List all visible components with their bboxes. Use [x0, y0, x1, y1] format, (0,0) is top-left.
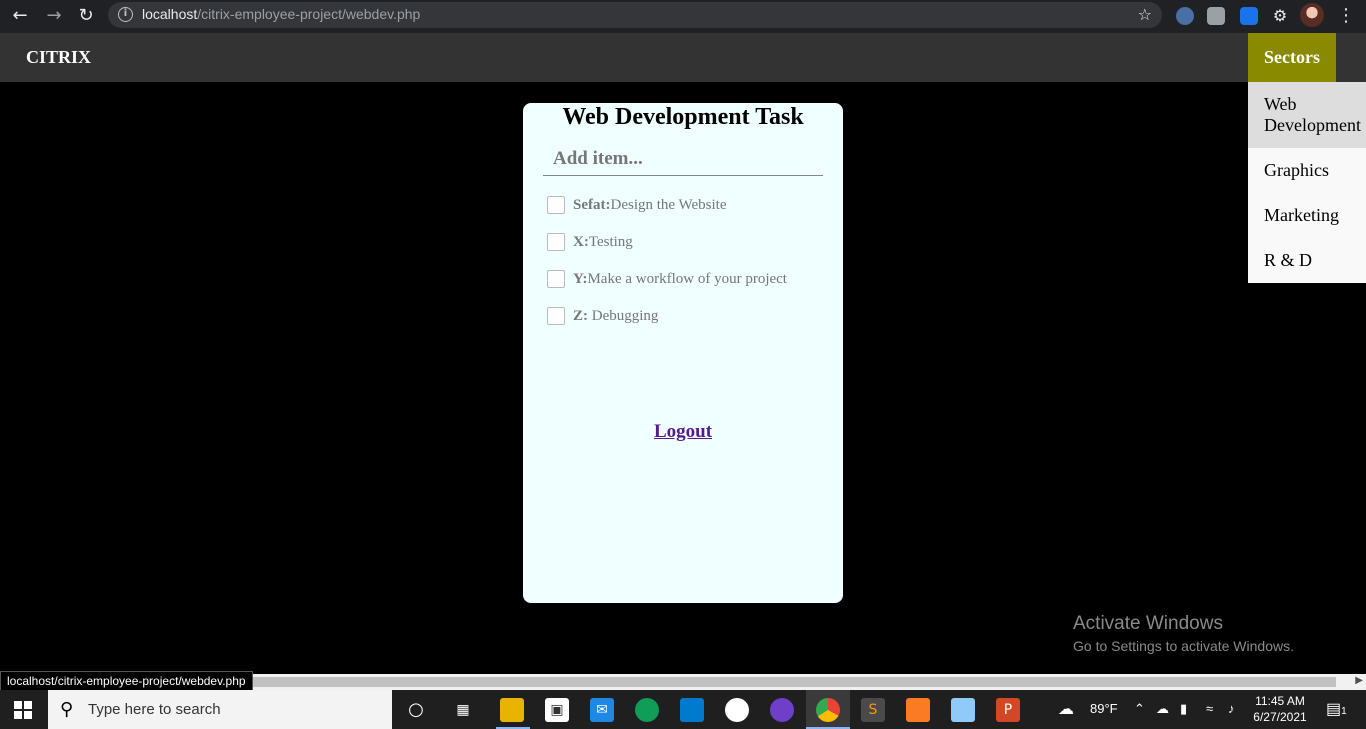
task-checkbox[interactable]: [547, 270, 565, 288]
powerpoint-icon[interactable]: P: [996, 698, 1020, 722]
xampp-icon[interactable]: [906, 698, 930, 722]
task-checkbox[interactable]: [547, 307, 565, 325]
link-status-bar: localhost/citrix-employee-project/webdev…: [0, 671, 253, 690]
task-label: X:Testing: [573, 234, 633, 251]
logout-link[interactable]: Logout: [523, 421, 843, 443]
battery-icon[interactable]: ▮: [1180, 701, 1187, 717]
vscode-icon[interactable]: [680, 698, 704, 722]
task-item: X:Testing: [547, 232, 633, 252]
volume-icon[interactable]: ♪: [1228, 701, 1235, 716]
task-assignee: Sefat:: [573, 196, 611, 213]
task-item: Sefat:Design the Website: [547, 195, 727, 215]
task-item: Z: Debugging: [547, 306, 658, 326]
clock-time: 11:45 AM: [1255, 694, 1305, 708]
task-assignee: Z:: [573, 307, 588, 324]
url-path: /citrix-employee-project/webdev.php: [197, 6, 421, 22]
file-explorer-icon[interactable]: [500, 698, 524, 722]
edge-icon[interactable]: [635, 698, 659, 722]
card-title: Web Development Task: [562, 104, 804, 130]
task-label: Y:Make a workflow of your project: [573, 271, 787, 288]
task-label: Sefat:Design the Website: [573, 197, 727, 214]
bookmark-star-icon[interactable]: ☆: [1138, 5, 1152, 24]
add-item-input[interactable]: [543, 143, 823, 176]
profile-avatar[interactable]: [1300, 3, 1324, 27]
sublime-text-icon[interactable]: S: [861, 698, 885, 722]
store-bag-icon[interactable]: ▣: [545, 698, 569, 722]
browser-menu-icon[interactable]: ⋮: [1336, 4, 1356, 28]
address-url: localhost/citrix-employee-project/webdev…: [142, 6, 420, 22]
mongodb-icon[interactable]: [725, 698, 749, 722]
taskbar-clock[interactable]: 11:45 AM 6/27/2021: [1252, 693, 1308, 725]
watermark-title: Activate Windows: [1073, 613, 1223, 634]
task-card: Web Development Task Sefat:Design the We…: [523, 103, 843, 603]
sector-graphics[interactable]: Graphics: [1248, 148, 1366, 193]
task-description: Make a workflow of your project: [587, 270, 787, 287]
wifi-icon[interactable]: ≈: [1206, 701, 1213, 716]
brand-logo[interactable]: CITRIX: [26, 47, 91, 68]
taskbar-search-box[interactable]: ⚲ Type here to search: [48, 690, 392, 729]
notification-count: 1: [1341, 706, 1347, 717]
notifications-icon[interactable]: ▤1: [1326, 699, 1347, 719]
extensions-puzzle-icon[interactable]: ⚙: [1268, 4, 1292, 28]
site-info-icon[interactable]: i: [118, 7, 133, 22]
clock-date: 6/27/2021: [1253, 710, 1307, 724]
task-assignee: X:: [573, 233, 589, 250]
scroll-right-icon[interactable]: ▶: [1355, 675, 1363, 686]
task-description: Design the Website: [610, 196, 727, 213]
task-view-icon[interactable]: ▦: [451, 698, 475, 722]
tray-expand-icon[interactable]: ⌃: [1134, 701, 1145, 717]
task-description: Debugging: [588, 307, 659, 324]
sector-web-development[interactable]: Web Development: [1248, 82, 1366, 148]
watermark-subtitle: Go to Settings to activate Windows.: [1073, 638, 1294, 654]
app-navbar: CITRIX Sectors: [0, 33, 1366, 82]
extension-c-icon[interactable]: [1240, 7, 1258, 25]
task-label: Z: Debugging: [573, 308, 658, 325]
windows-start-icon[interactable]: [14, 701, 32, 719]
windows-taskbar: ⚲ Type here to search ○ ▦ ▣ ✉ S P ☁ 89°F…: [0, 690, 1366, 729]
task-assignee: Y:: [573, 270, 588, 287]
back-icon[interactable]: ←: [8, 4, 32, 28]
mail-icon[interactable]: ✉: [590, 698, 614, 722]
reload-icon[interactable]: ↻: [74, 4, 98, 28]
chrome-icon[interactable]: [816, 698, 840, 722]
weather-cloud-icon[interactable]: ☁: [1058, 699, 1074, 719]
taskbar-search-placeholder: Type here to search: [88, 701, 221, 718]
url-host: localhost: [142, 6, 198, 22]
extension-cursor-icon[interactable]: [1176, 7, 1194, 25]
search-icon: ⚲: [60, 699, 74, 720]
sector-r-and-d[interactable]: R & D: [1248, 238, 1366, 283]
github-desktop-icon[interactable]: [770, 698, 794, 722]
activate-windows-watermark: Activate Windows Go to Settings to activ…: [1073, 613, 1294, 654]
task-checkbox[interactable]: [547, 233, 565, 251]
task-checkbox[interactable]: [547, 196, 565, 214]
extension-cloud-icon[interactable]: [1207, 7, 1225, 25]
forward-icon[interactable]: →: [42, 4, 66, 28]
sectors-dropdown-menu: Web Development Graphics Marketing R & D: [1248, 82, 1366, 283]
browser-toolbar: ← → ↻ i localhost/citrix-employee-projec…: [0, 0, 1366, 33]
weather-temperature[interactable]: 89°F: [1090, 701, 1118, 716]
cortana-circle-icon[interactable]: ○: [404, 698, 428, 722]
onedrive-icon[interactable]: ☁: [1156, 701, 1169, 717]
sectors-dropdown-button[interactable]: Sectors: [1248, 33, 1336, 82]
sector-marketing[interactable]: Marketing: [1248, 193, 1366, 238]
task-item: Y:Make a workflow of your project: [547, 269, 787, 289]
notepad-icon[interactable]: [951, 698, 975, 722]
task-description: Testing: [588, 233, 633, 250]
address-bar[interactable]: i localhost/citrix-employee-project/webd…: [108, 2, 1162, 28]
